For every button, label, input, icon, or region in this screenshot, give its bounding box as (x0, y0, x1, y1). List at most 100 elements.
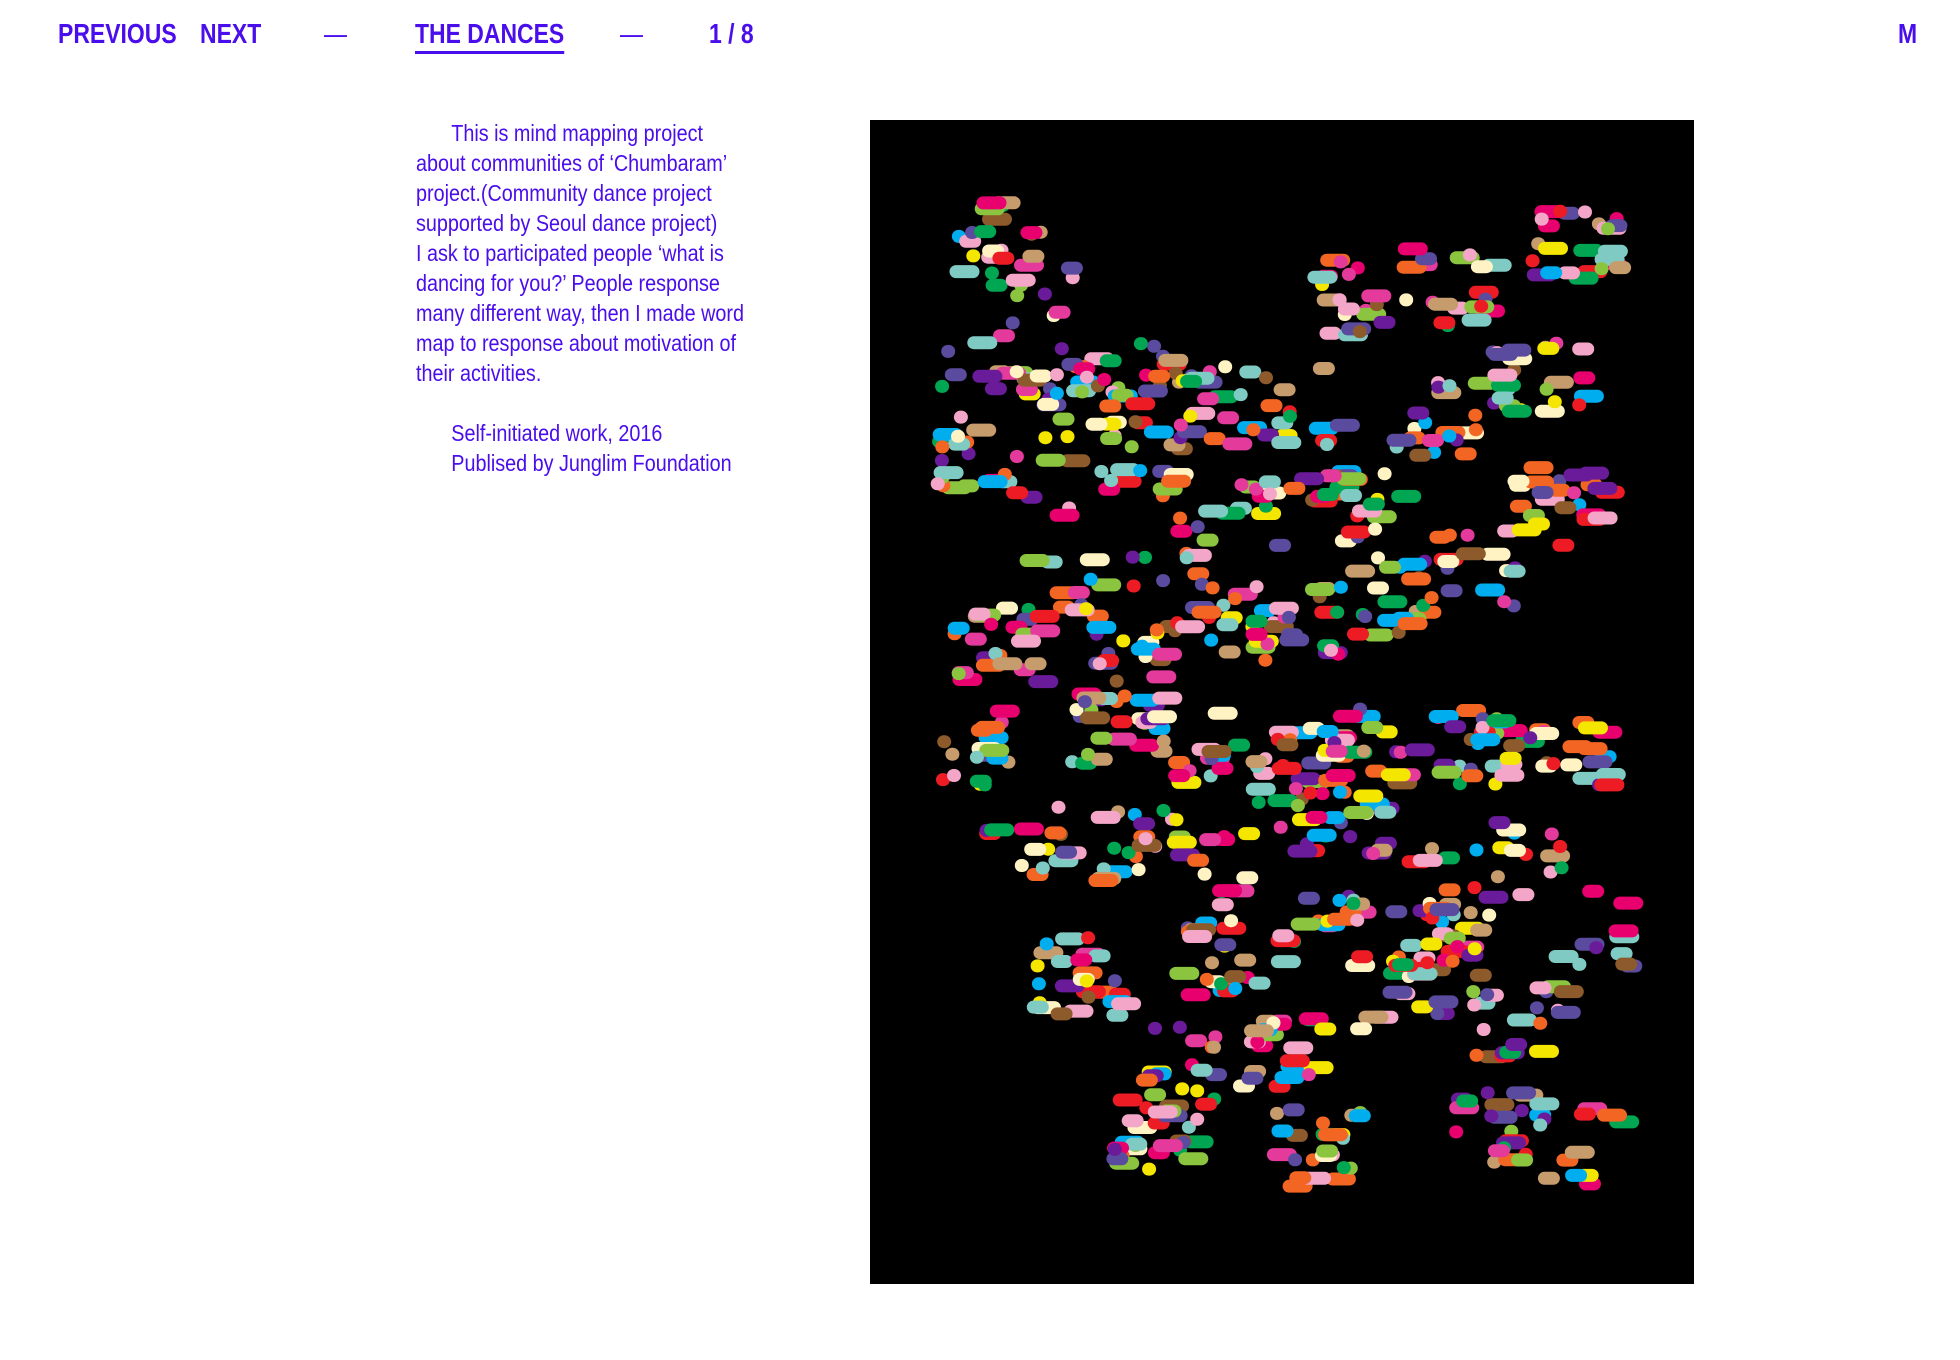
artwork-dot (1050, 955, 1073, 968)
artwork-dot (1060, 261, 1083, 275)
artwork-dot (992, 657, 1023, 671)
artwork-dot (1024, 657, 1047, 671)
artwork-dot (1336, 1161, 1351, 1175)
project-title-link[interactable]: THE DANCES (415, 18, 565, 54)
description-line: project.(Community dance project (416, 180, 712, 206)
artwork-dot (1205, 581, 1220, 595)
artwork-dot (1553, 985, 1584, 999)
artwork-dot (1428, 297, 1458, 311)
artwork-dot (1222, 437, 1253, 451)
artwork-dot (968, 607, 991, 621)
artwork-dot (1392, 958, 1414, 972)
artwork-dot (1373, 315, 1396, 329)
artwork-dot (1480, 1086, 1495, 1100)
previous-link[interactable]: PREVIOUS (58, 18, 177, 49)
artwork-dot (1341, 267, 1356, 281)
artwork-dot (957, 479, 980, 493)
next-link[interactable]: NEXT (200, 18, 261, 49)
artwork-dot (1348, 1109, 1371, 1123)
artwork-dot (1587, 481, 1618, 495)
artwork-dot (1191, 605, 1222, 619)
artwork-dot (1211, 898, 1234, 912)
artwork-dot (1397, 617, 1428, 631)
artwork-dot (1080, 711, 1111, 725)
artwork-dot (1107, 974, 1122, 988)
artwork-dot (1367, 581, 1389, 595)
artwork-dot (1573, 1107, 1596, 1121)
artwork-dot (1055, 932, 1086, 946)
artwork-dot (1143, 425, 1174, 439)
artwork-dot (1567, 486, 1582, 500)
artwork-dot (1144, 1088, 1167, 1102)
artwork-image[interactable] (870, 120, 1694, 1284)
artwork-dot (1055, 845, 1078, 859)
artwork-dot (1332, 893, 1347, 907)
artwork-dot (1506, 1086, 1537, 1100)
artwork-dot (1548, 950, 1579, 963)
artwork-dot (1386, 433, 1417, 447)
artwork-dot (1279, 1054, 1310, 1068)
artwork-dot (1271, 436, 1302, 449)
artwork-dot (1290, 917, 1321, 931)
artwork-dot (1461, 313, 1492, 327)
artwork-dot (1533, 1016, 1548, 1030)
artwork-dot (1259, 371, 1273, 385)
artwork-dot (1197, 867, 1212, 881)
artwork-dot (1197, 392, 1220, 406)
artwork-dot (1554, 861, 1569, 875)
artwork-dot (964, 632, 987, 646)
artwork-dot (1362, 497, 1385, 511)
artwork-dot (1444, 720, 1467, 734)
artwork-dot (1107, 1142, 1122, 1156)
artwork-dot (1135, 639, 1149, 653)
artwork-dot (1456, 1094, 1479, 1108)
artwork-dot (1544, 827, 1559, 841)
nav-bar: PREVIOUS (58, 14, 177, 54)
artwork-dot (1523, 731, 1538, 745)
artwork-dot (1487, 347, 1518, 361)
artwork-dot (1491, 391, 1514, 405)
artwork-dot (1279, 633, 1310, 647)
artwork-dot (1269, 538, 1291, 552)
artwork-dot (1469, 968, 1492, 982)
artwork-dot (1075, 385, 1090, 399)
artwork-dot (976, 196, 1007, 210)
artwork-dot (1316, 1116, 1330, 1130)
artwork-dot (947, 769, 961, 782)
artwork-dot (1397, 557, 1428, 571)
artwork-dot (1168, 769, 1191, 783)
artwork-dot (1182, 930, 1213, 943)
artwork-dot (989, 704, 1020, 718)
artwork-dot (1196, 533, 1219, 547)
artwork-dot (1409, 448, 1432, 462)
artwork-dot (1166, 835, 1197, 849)
artwork-dot (1147, 710, 1177, 724)
artwork-dot (1009, 365, 1024, 379)
artwork-dot (1470, 923, 1493, 937)
artwork-dot (1131, 863, 1146, 877)
artwork-dot (1470, 733, 1501, 747)
artwork-dot (1352, 325, 1367, 339)
artwork-dot (1152, 1139, 1183, 1153)
artwork-dot (1156, 804, 1171, 817)
artwork-dot (1204, 633, 1219, 647)
artwork-dot (1051, 800, 1066, 814)
artwork-dot (1180, 988, 1211, 1002)
credit-year: Self-initiated work, 2016 (451, 420, 663, 446)
artwork-dot (1161, 474, 1192, 488)
artwork-dot (1579, 466, 1610, 480)
artwork-dot (1425, 842, 1439, 856)
artwork-dot (1366, 847, 1381, 860)
artwork-dot (1148, 1021, 1162, 1035)
artwork-dot (1350, 913, 1365, 927)
artwork-dot (1554, 501, 1577, 515)
artwork-dot (1437, 555, 1460, 568)
menu-button[interactable]: M (1898, 18, 1917, 49)
artwork-dot (1412, 853, 1443, 867)
artwork-dot (1245, 755, 1268, 769)
artwork-dot (1271, 1124, 1294, 1138)
artwork-dot (1316, 725, 1339, 738)
artwork-dot (1138, 550, 1152, 564)
artwork-dot (1572, 342, 1595, 356)
artwork-dot (1198, 504, 1229, 518)
